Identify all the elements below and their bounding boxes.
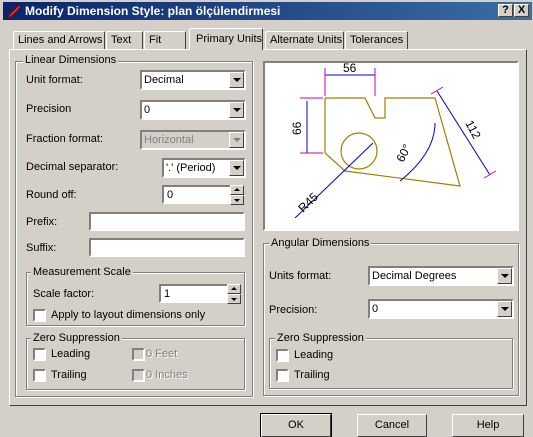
tab-text[interactable]: Text bbox=[106, 31, 143, 49]
round-off-label: Round off: bbox=[26, 189, 77, 201]
tab-primary-units[interactable]: Primary Units bbox=[189, 28, 263, 50]
dim-text-top: 56 bbox=[343, 63, 357, 75]
window-title: Modify Dimension Style: plan ölçülendirm… bbox=[25, 4, 281, 18]
ok-button[interactable]: OK bbox=[260, 413, 332, 437]
unit-format-select[interactable]: Decimal bbox=[140, 70, 246, 90]
zero-suppression-linear-group bbox=[26, 338, 245, 390]
linear-leading-label: Leading bbox=[51, 348, 91, 360]
angular-dimensions-title: Angular Dimensions bbox=[269, 237, 372, 249]
zero-feet-label: 0 Feet bbox=[146, 348, 178, 360]
fraction-format-label: Fraction format: bbox=[26, 133, 104, 145]
scale-factor-label: Scale factor: bbox=[33, 288, 95, 300]
angular-precision-label: Precision: bbox=[269, 304, 318, 316]
dialog-window: Modify Dimension Style: plan ölçülendirm… bbox=[0, 0, 533, 437]
close-title-button[interactable]: X bbox=[514, 4, 529, 17]
linear-trailing-checkbox[interactable] bbox=[33, 369, 46, 382]
dim-text-left: 66 bbox=[290, 121, 304, 135]
help-button[interactable]: Help bbox=[452, 414, 524, 437]
part-outline bbox=[324, 97, 461, 187]
precision-label: Precision bbox=[26, 103, 72, 115]
chevron-down-icon[interactable] bbox=[229, 160, 244, 176]
spin-down-icon[interactable] bbox=[230, 195, 244, 205]
chevron-down-icon[interactable] bbox=[497, 268, 512, 284]
chevron-down-icon[interactable] bbox=[497, 301, 512, 317]
units-format-select[interactable]: Decimal Degrees bbox=[368, 266, 514, 286]
zero-feet-checkbox[interactable] bbox=[132, 348, 145, 361]
app-icon bbox=[8, 5, 21, 18]
angular-trailing-label: Trailing bbox=[294, 369, 330, 381]
dim-text-right: 112 bbox=[462, 118, 483, 142]
zero-suppression-angular-title: Zero Suppression bbox=[275, 332, 366, 344]
chevron-down-icon[interactable] bbox=[229, 132, 244, 148]
chevron-down-icon[interactable] bbox=[229, 72, 244, 88]
dim-text-radius: R45 bbox=[295, 190, 321, 216]
chevron-down-icon[interactable] bbox=[229, 102, 244, 118]
zero-suppression-linear-title: Zero Suppression bbox=[31, 332, 122, 344]
fraction-format-select[interactable]: Horizontal bbox=[140, 130, 246, 150]
scale-factor-spinner[interactable] bbox=[227, 284, 241, 304]
angular-leading-label: Leading bbox=[294, 349, 334, 361]
suffix-label: Suffix: bbox=[26, 242, 57, 254]
spin-up-icon[interactable] bbox=[227, 284, 241, 294]
spin-up-icon[interactable] bbox=[230, 185, 244, 195]
suffix-input[interactable] bbox=[89, 238, 245, 257]
linear-trailing-label: Trailing bbox=[51, 369, 87, 381]
tab-tolerances[interactable]: Tolerances bbox=[345, 31, 408, 49]
tab-lines-and-arrows[interactable]: Lines and Arrows bbox=[13, 31, 105, 49]
part-circle bbox=[340, 132, 378, 170]
angular-precision-select[interactable]: 0 bbox=[368, 299, 514, 319]
units-format-label: Units format: bbox=[269, 270, 332, 282]
linear-dimensions-title: Linear Dimensions bbox=[23, 54, 119, 66]
prefix-label: Prefix: bbox=[26, 216, 58, 228]
tab-alternate-units[interactable]: Alternate Units bbox=[265, 31, 344, 49]
cancel-button[interactable]: Cancel bbox=[357, 414, 427, 437]
dimension-preview-drawing: 56 66 112 60° R45 bbox=[290, 63, 497, 219]
precision-select[interactable]: 0 bbox=[140, 100, 246, 120]
spin-down-icon[interactable] bbox=[227, 294, 241, 304]
preview-image: 56 66 112 60° R45 bbox=[263, 61, 519, 231]
apply-layout-label: Apply to layout dimensions only bbox=[51, 309, 206, 321]
decimal-separator-label: Decimal separator: bbox=[26, 161, 119, 173]
scale-factor-input[interactable]: 1 bbox=[159, 284, 241, 304]
dim-text-angle: 60° bbox=[393, 142, 414, 165]
angular-leading-checkbox[interactable] bbox=[276, 349, 289, 362]
angular-trailing-checkbox[interactable] bbox=[276, 369, 289, 382]
title-bar[interactable]: Modify Dimension Style: plan ölçülendirm… bbox=[3, 2, 532, 20]
zero-inches-label: 0 Inches bbox=[146, 369, 188, 381]
measurement-scale-title: Measurement Scale bbox=[31, 266, 133, 278]
unit-format-label: Unit format: bbox=[26, 74, 83, 86]
apply-layout-checkbox[interactable] bbox=[33, 309, 46, 322]
round-off-spinner[interactable] bbox=[230, 185, 244, 205]
zero-inches-checkbox[interactable] bbox=[132, 369, 145, 382]
tab-fit[interactable]: Fit bbox=[144, 31, 186, 49]
prefix-input[interactable] bbox=[89, 212, 245, 231]
zero-suppression-angular-group bbox=[269, 338, 513, 389]
round-off-input[interactable]: 0 bbox=[162, 185, 244, 205]
help-title-button[interactable]: ? bbox=[498, 4, 513, 17]
linear-leading-checkbox[interactable] bbox=[33, 348, 46, 361]
decimal-separator-select[interactable]: '.' (Period) bbox=[162, 158, 246, 178]
